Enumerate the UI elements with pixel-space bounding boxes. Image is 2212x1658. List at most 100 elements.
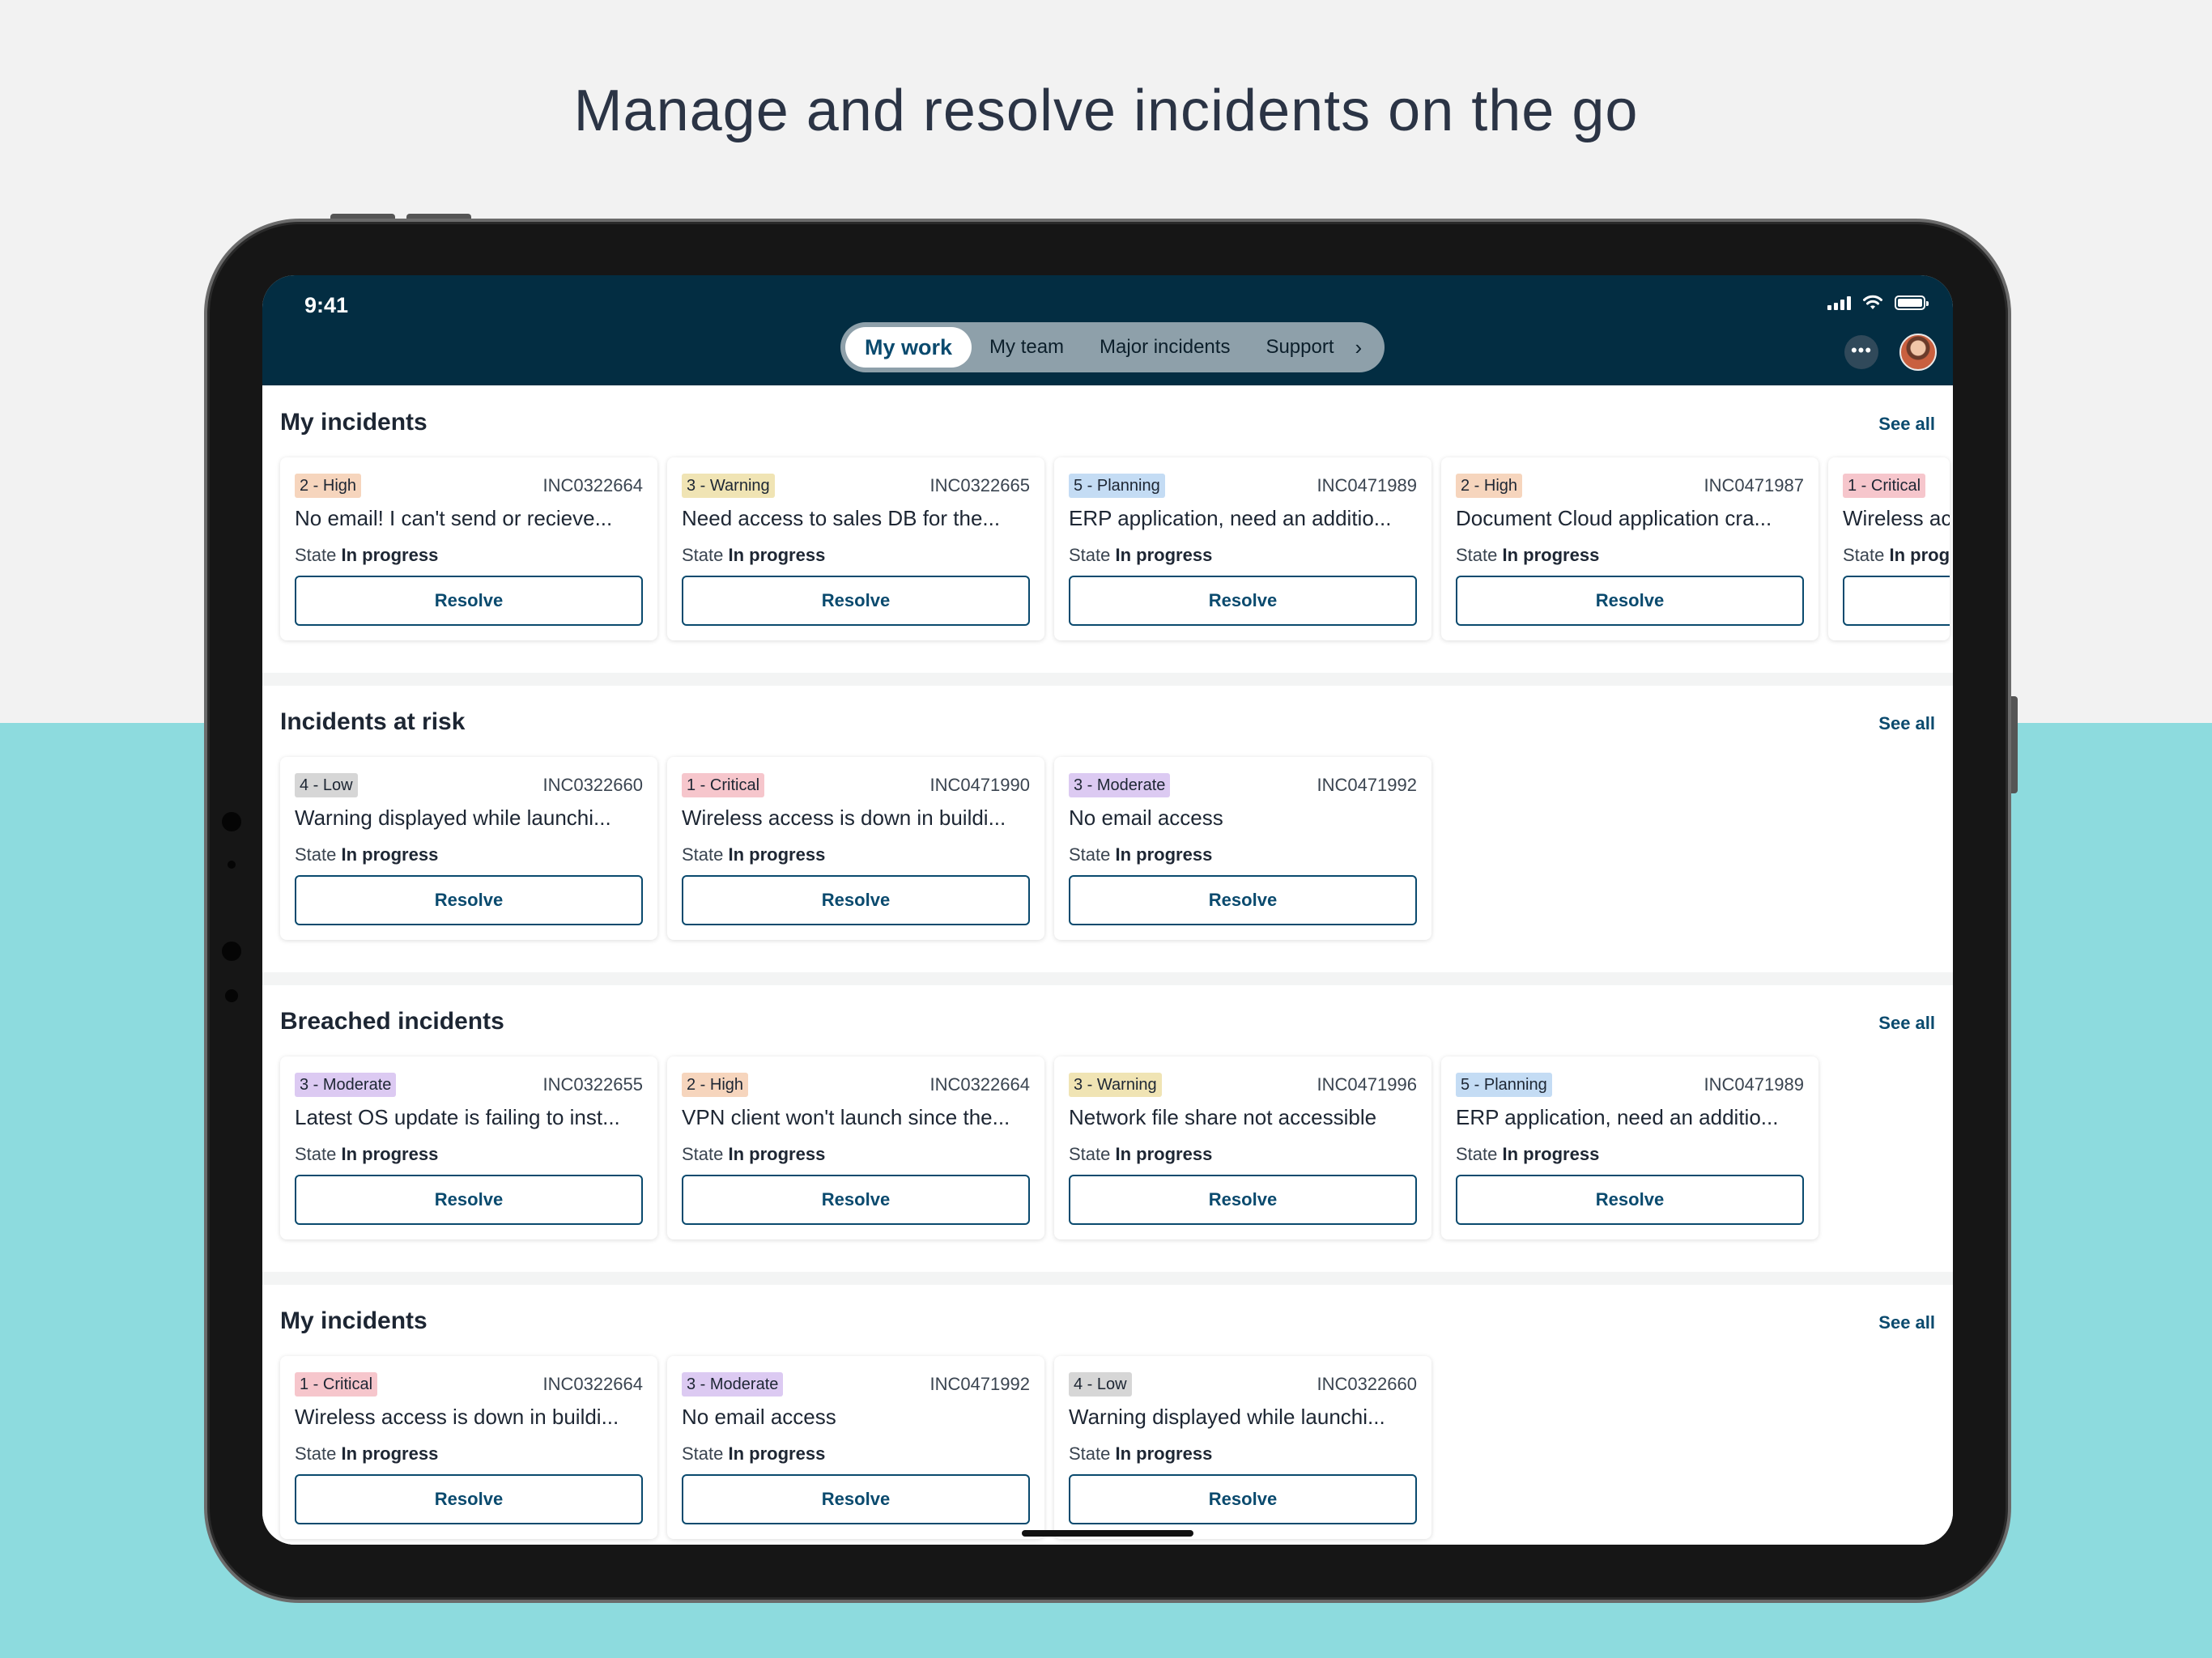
incident-card[interactable]: 4 - Low INC0322660 Warning displayed while… (1054, 1356, 1431, 1539)
resolve-button[interactable]: Resolve (295, 875, 643, 925)
state-value: In progress (341, 1443, 439, 1464)
see-all-link[interactable]: See all (1878, 1312, 1935, 1333)
state-label: State (295, 844, 337, 865)
nav-tabs: My work My team Major incidents Support … (840, 322, 1385, 372)
state-label: State (295, 1144, 337, 1164)
card-list: 3 - Moderate INC0322655 Latest OS update i… (280, 1056, 1819, 1239)
camera-dot (222, 812, 241, 831)
state-label: State (295, 545, 337, 565)
priority-badge: 3 - Warning (1069, 1073, 1162, 1097)
state-label: State (1456, 545, 1498, 565)
priority-badge: 3 - Warning (682, 474, 775, 498)
incident-state: State In progress (1069, 545, 1212, 566)
resolve-button[interactable]: Resolve (1456, 576, 1804, 626)
app-header: 9:41 My work My team Major incidents Sup… (262, 275, 1953, 385)
section-0: My incidents See all 2 - High INC0322664 No … (262, 386, 1953, 673)
see-all-link[interactable]: See all (1878, 1013, 1935, 1034)
incident-state: State In progress (1456, 1144, 1599, 1165)
state-value: In progress (341, 545, 439, 565)
resolve-button[interactable]: Resolve (1069, 1175, 1417, 1225)
incident-card[interactable]: 5 - Planning INC0471989 ERP application, n… (1441, 1056, 1819, 1239)
tab-support[interactable]: Support (1248, 327, 1351, 368)
headline: Manage and resolve incidents on the go (573, 79, 1639, 143)
incident-card[interactable]: 3 - Warning INC0471996 Network file share … (1054, 1056, 1431, 1239)
resolve-button[interactable]: Resolve (1456, 1175, 1804, 1225)
tab-my-work[interactable]: My work (845, 327, 972, 368)
incident-card[interactable]: 2 - High INC0322664 VPN client won't launc… (667, 1056, 1044, 1239)
state-label: State (1843, 545, 1885, 565)
incident-state: State In progress (1069, 1144, 1212, 1165)
resolve-button[interactable]: Resolve (682, 1175, 1030, 1225)
incident-number: INC0322664 (929, 1074, 1030, 1095)
resolve-button[interactable]: Resolve (1069, 576, 1417, 626)
tab-major-incidents[interactable]: Major incidents (1082, 327, 1248, 368)
incident-card[interactable]: 4 - Low INC0322660 Warning displayed while… (280, 757, 657, 940)
avatar[interactable] (1899, 334, 1937, 371)
incident-title: Network file share not accessible (1069, 1105, 1377, 1129)
incident-state: State In progress (1456, 545, 1599, 566)
incident-title: No email access (1069, 806, 1223, 830)
resolve-button[interactable]: Resolve (1069, 1474, 1417, 1524)
status-icons (1827, 295, 1929, 311)
section-2: Breached incidents See all 3 - Moderate INC… (262, 985, 1953, 1272)
see-all-link[interactable]: See all (1878, 414, 1935, 435)
incident-number: INC0322664 (542, 1374, 643, 1394)
power-button (2011, 696, 2018, 793)
incident-number: INC0471996 (1317, 1074, 1417, 1095)
incident-card[interactable]: 3 - Moderate INC0471992 No email access Sta… (1054, 757, 1431, 940)
incident-card[interactable]: 5 - Planning INC0471989 ERP application, n… (1054, 457, 1431, 640)
incident-state: State In progress (682, 1144, 825, 1165)
flash-dot (225, 989, 238, 1002)
resolve-button[interactable]: Resolve (295, 576, 643, 626)
incident-title: No email access (682, 1405, 836, 1429)
resolve-button[interactable] (1843, 576, 1950, 626)
incident-number: INC0322660 (1317, 1374, 1417, 1394)
wifi-icon (1863, 295, 1882, 309)
priority-badge: 5 - Planning (1069, 474, 1165, 498)
resolve-button[interactable]: Resolve (295, 1175, 643, 1225)
incident-title: Warning displayed while launchi... (295, 806, 611, 830)
resolve-button[interactable]: Resolve (295, 1474, 643, 1524)
priority-badge: 4 - Low (295, 773, 358, 797)
incident-card[interactable]: 1 - Critical INC0471990 Wireless access is… (667, 757, 1044, 940)
state-label: State (682, 1443, 724, 1464)
incident-card[interactable]: 3 - Moderate INC0322655 Latest OS update i… (280, 1056, 657, 1239)
incident-title: VPN client won't launch since the... (682, 1105, 1010, 1129)
incident-state: State In progress (295, 1144, 438, 1165)
incident-card[interactable]: 3 - Moderate INC0471992 No email access Sta… (667, 1356, 1044, 1539)
priority-badge: 2 - High (295, 474, 362, 498)
chevron-right-icon[interactable]: › (1352, 335, 1371, 360)
incident-number: INC0471992 (929, 1374, 1030, 1394)
resolve-button[interactable]: Resolve (1069, 875, 1417, 925)
priority-badge: 1 - Critical (295, 1372, 378, 1397)
tab-my-team[interactable]: My team (972, 327, 1082, 368)
state-value: In prog (1889, 545, 1950, 565)
incident-card[interactable]: 2 - High INC0322664 No email! I can't send… (280, 457, 657, 640)
state-value: In progress (1115, 545, 1213, 565)
state-value: In progress (341, 1144, 439, 1164)
incident-title: ERP application, need an additio... (1456, 1105, 1779, 1129)
incident-card[interactable]: 2 - High INC0471987 Document Cloud applica… (1441, 457, 1819, 640)
home-indicator (1022, 1530, 1193, 1537)
incident-state: State In progress (295, 545, 438, 566)
camera-lens (222, 942, 241, 961)
state-value: In progress (728, 545, 826, 565)
section-title: Breached incidents (280, 1008, 504, 1035)
section-title: My incidents (280, 409, 428, 436)
incident-state: State In progress (682, 545, 825, 566)
see-all-link[interactable]: See all (1878, 713, 1935, 734)
state-label: State (1069, 1443, 1111, 1464)
priority-badge: 3 - Moderate (1069, 773, 1171, 797)
resolve-button[interactable]: Resolve (682, 576, 1030, 626)
incident-card[interactable]: 1 - Critical INC0322664 Wireless access is… (280, 1356, 657, 1539)
incident-state: State In prog (1843, 545, 1950, 566)
state-value: In progress (1115, 844, 1213, 865)
resolve-button[interactable]: Resolve (682, 1474, 1030, 1524)
more-icon[interactable]: ••• (1844, 335, 1878, 369)
incident-state: State In progress (682, 844, 825, 865)
priority-badge: 2 - High (682, 1073, 749, 1097)
incident-state: State In progress (682, 1443, 825, 1465)
resolve-button[interactable]: Resolve (682, 875, 1030, 925)
incident-card[interactable]: 1 - Critical Wireless ac State In prog (1828, 457, 1950, 640)
incident-card[interactable]: 3 - Warning INC0322665 Need access to sale… (667, 457, 1044, 640)
